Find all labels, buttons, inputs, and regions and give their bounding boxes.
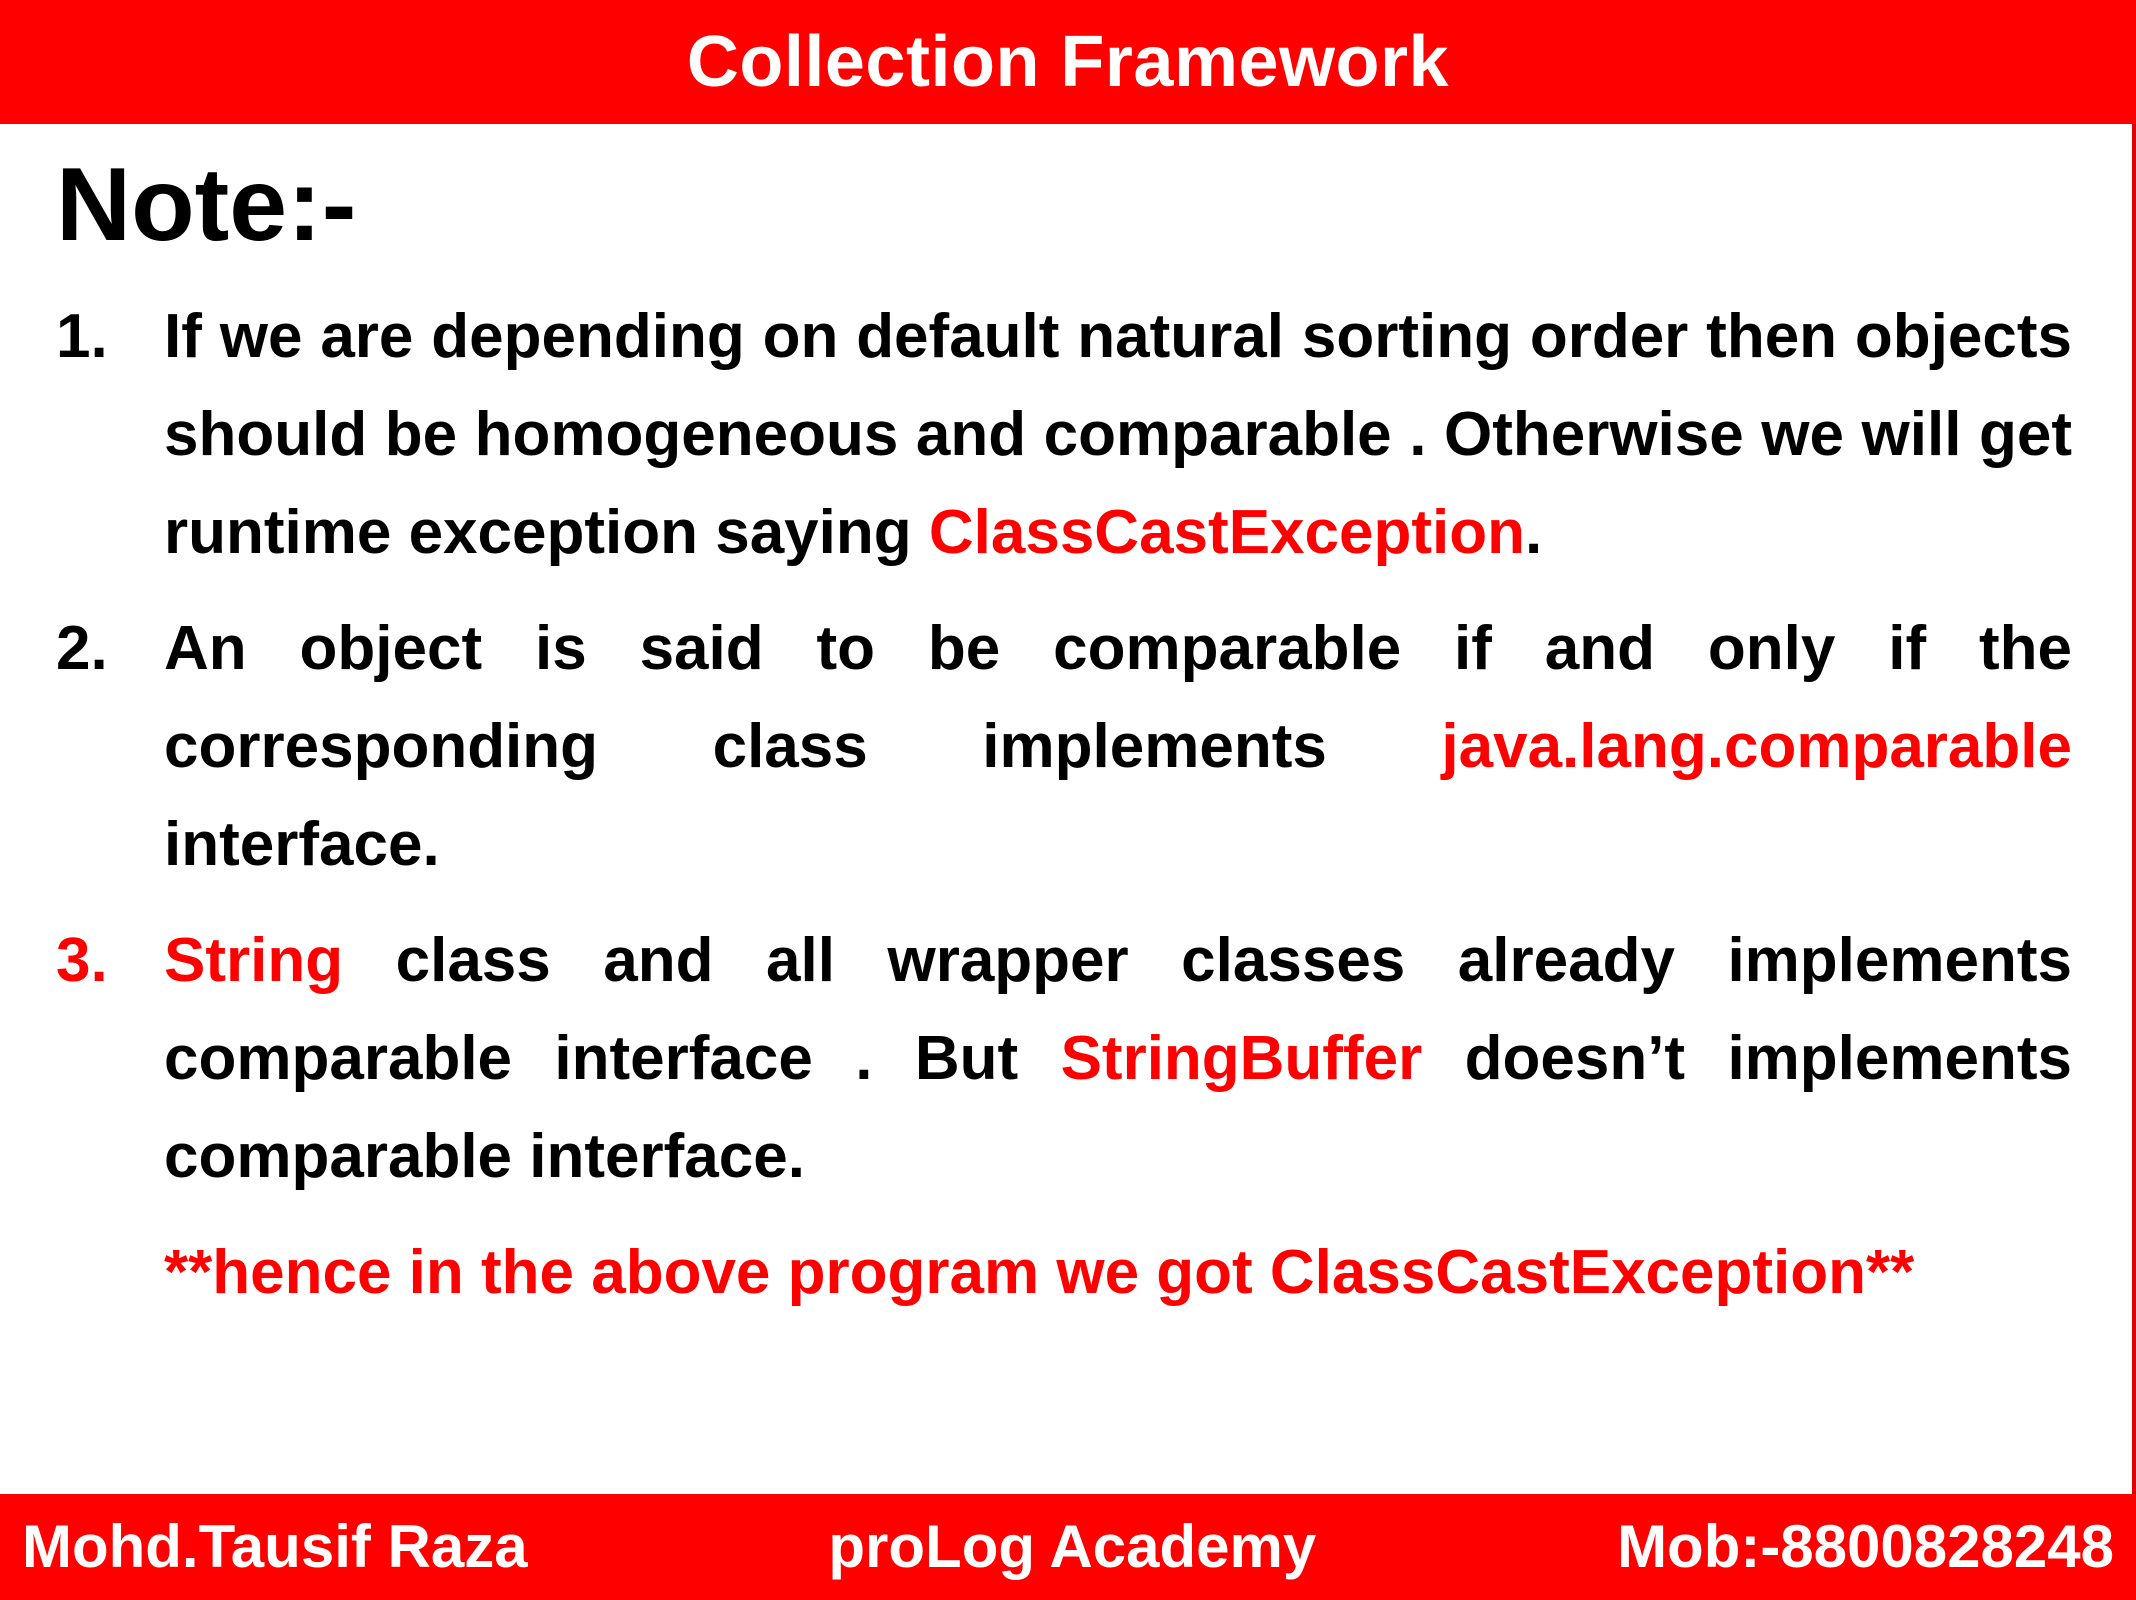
highlight-string-buffer: StringBuffer <box>1060 1024 1423 1093</box>
note-points-list: 1. If we are depending on default natura… <box>56 288 2072 1322</box>
point-text-end: . <box>1524 498 1543 567</box>
footer-author: Mohd.Tausif Raza <box>22 1513 528 1580</box>
highlight-class-cast-exception: ClassCastException <box>928 498 1525 567</box>
footer-bar: Mohd.Tausif Raza proLog Academy Mob:-880… <box>0 1494 2136 1600</box>
note-point-3: 3. String class and all wrapper classes … <box>56 912 2072 1206</box>
point-number: 1. <box>56 302 108 371</box>
highlight-string: String <box>164 926 344 995</box>
footer-academy: proLog Academy <box>828 1513 1317 1580</box>
point-text-end: interface. <box>164 810 440 879</box>
footer-mobile: Mob:-8800828248 <box>1617 1513 2114 1580</box>
point-number: 3. <box>56 926 108 995</box>
note-point-1: 1. If we are depending on default natura… <box>56 288 2072 582</box>
hence-note: **hence in the above program we got Clas… <box>164 1238 1915 1307</box>
slide: Collection Framework Note:- 1. If we are… <box>0 0 2136 1600</box>
header-bar: Collection Framework <box>0 0 2136 124</box>
point-number: 2. <box>56 614 108 683</box>
note-heading: Note:- <box>56 147 357 263</box>
note-point-2: 2. An object is said to be comparable if… <box>56 600 2072 894</box>
highlight-java-lang-comparable: java.lang.comparable <box>1441 712 2072 781</box>
header-title: Collection Framework <box>686 22 1450 102</box>
